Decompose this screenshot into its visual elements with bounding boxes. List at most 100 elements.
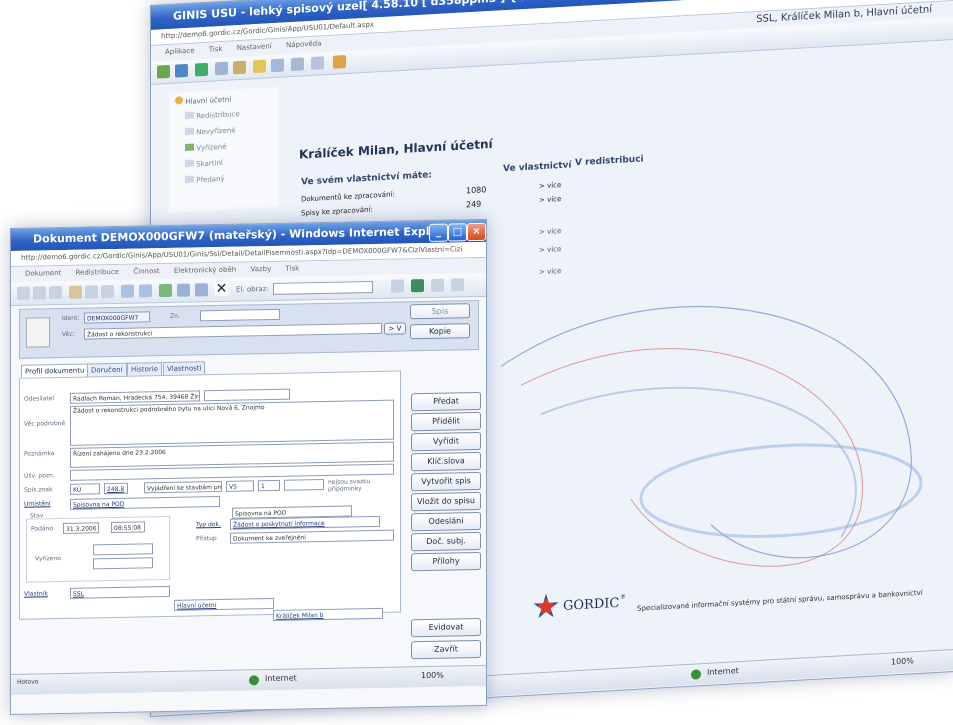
odeslani-button[interactable]: Odeslání [411,511,481,532]
copy-icon[interactable] [85,285,98,299]
tools-icon[interactable] [177,283,190,297]
menu-tisk[interactable]: Tisk [285,264,299,272]
forward-icon[interactable] [33,286,46,300]
prilohy-button[interactable]: Přílohy [411,551,481,572]
vyrizeno-field[interactable] [93,543,153,556]
folder-icon[interactable] [271,58,284,73]
zn-field[interactable] [200,308,280,322]
mail-icon[interactable] [311,56,324,70]
back-icon[interactable] [17,286,30,300]
one-field[interactable]: 1 [258,479,280,492]
spis-button[interactable]: Spis [410,303,470,320]
nav-v-button[interactable]: > V [384,322,406,335]
tab-doruceni[interactable]: Doručení [87,362,127,377]
menu-elektronicky-obeh[interactable]: Elektronický oběh [174,266,236,275]
pristup-select[interactable]: Dokument ke zveřejnění [230,529,394,544]
typ-dok-label[interactable]: Typ dok. [196,521,221,528]
cancel-x-icon[interactable]: ✕ [215,281,228,297]
vyridit-button[interactable]: Vyřídit [411,431,481,452]
spis-znak-select[interactable]: KÚ [70,483,100,495]
edit-icon[interactable] [69,285,82,299]
vec-field[interactable]: Žádost o rekonstrukci [84,322,382,340]
podano-date-field[interactable]: 31.3.2006 [63,522,99,534]
odesilatel-extra[interactable] [204,388,290,402]
predat-button[interactable]: Předat [411,391,481,412]
evidovat-button[interactable]: Evidovat [411,617,481,638]
zone-label: Internet [707,666,739,677]
vyrizeno-field2[interactable] [93,557,153,570]
vytvorit-spis-button[interactable]: Vytvořit spis [411,471,481,492]
tab-profil[interactable]: Profil dokumentu [21,363,89,378]
kopie-button[interactable]: Kopie [410,323,470,340]
link-icon[interactable] [101,285,114,299]
menu-vazby[interactable]: Vazby [250,265,271,273]
tree-item-nevyrizene[interactable]: Nevyřízené [185,125,236,137]
new-icon[interactable] [49,286,62,300]
zoom-level[interactable]: 100% [891,656,914,666]
spis-num-field[interactable]: 248.8 [104,482,128,495]
el-obraz-field[interactable] [273,281,373,295]
info-icon[interactable] [195,62,208,77]
tree-item-root[interactable]: Hlavní účetní [175,93,231,106]
more-link[interactable]: > více [539,267,561,276]
vec-podrobne-field[interactable]: Žádost o rekonstrukci podrobného bytu na… [70,399,394,446]
tab-vlastnosti[interactable]: Vlastnosti [163,361,206,376]
zone-label: Internet [265,673,297,684]
kralicek-field[interactable]: Králíček Milan b [273,607,383,621]
mail-icon[interactable] [195,283,208,297]
globe-icon [249,675,259,686]
klic-slova-button[interactable]: Klíč.slova [411,451,481,472]
hlavni-ucetni-field[interactable]: Hlavní účetní [174,597,274,611]
doc-subj-button[interactable]: Doč. subj. [411,531,481,552]
tree-item-redistribuce[interactable]: Redistribuce [185,109,240,121]
more-link[interactable]: > více [539,227,561,236]
pridelit-button[interactable]: Přidělit [411,411,481,432]
menu-nastaveni[interactable]: Nastavení [237,42,272,52]
menu-redistribuce[interactable]: Redistribuce [76,268,120,277]
zoom-level[interactable]: 100% [421,671,444,680]
menu-dokument[interactable]: Dokument [25,269,61,278]
menu-tisk[interactable]: Tisk [209,45,223,54]
attach-icon[interactable] [121,284,134,298]
spis-extra-field[interactable] [284,478,324,491]
welcome-title: Králíček Milan, Hlavní účetní [299,136,493,162]
zavrit-button[interactable]: Zavřít [411,639,481,660]
menu-napoveda[interactable]: Nápověda [286,39,321,49]
maximize-icon[interactable]: □ [448,223,467,242]
menu-aplikace[interactable]: Aplikace [165,47,195,57]
odesilatel-field[interactable]: Radlach Roman, Hradecká 754, 39468 Žirov… [70,390,200,404]
document-icon[interactable] [253,59,266,74]
user-icon[interactable] [333,55,346,69]
tree-item-vyrizene[interactable]: Vyřízené [185,142,227,153]
recycle-icon[interactable] [159,283,172,298]
v5-field[interactable]: V5 [226,480,254,492]
search-icon[interactable] [215,61,228,76]
explorer-icon[interactable] [411,279,424,293]
ident-field[interactable]: DEMOX000GFW7 [84,311,150,324]
word-doc-icon[interactable] [391,279,404,293]
home-icon[interactable] [157,64,170,79]
more-link[interactable]: > více [539,195,561,204]
pdf-icon[interactable] [431,278,444,292]
vlastnik-label[interactable]: Vlastník [24,590,48,597]
typ-dok-field[interactable]: Žádost o poskytnutí informace [230,515,380,530]
tab-historie[interactable]: Historie [127,362,163,376]
print-icon[interactable] [291,57,304,72]
tree-item-skartini[interactable]: Skartiní [185,158,223,169]
vlastnik-field[interactable]: SSL [70,585,170,599]
podano-time-field[interactable]: 08:55:08 [111,521,145,534]
vyjadreni-field[interactable]: Vyjádření ke stavbám pro [144,480,222,494]
minimize-icon[interactable]: _ [429,223,448,242]
refresh-icon[interactable] [175,63,188,78]
tree-item-predany[interactable]: Předaný [185,174,225,185]
umisteni-field[interactable]: Spisovna na POD [70,495,220,510]
chart-icon[interactable] [139,284,152,298]
more-link[interactable]: > více [539,181,561,190]
menu-cinnost[interactable]: Činnost [133,267,159,276]
vlozit-do-spisu-button[interactable]: Vložit do spisu [411,491,481,512]
close-icon[interactable]: × [467,222,486,242]
more-link[interactable]: > více [539,245,561,254]
umisteni-label[interactable]: Umístění [24,500,51,508]
filter-icon[interactable] [233,60,246,75]
save-icon[interactable] [451,278,464,292]
